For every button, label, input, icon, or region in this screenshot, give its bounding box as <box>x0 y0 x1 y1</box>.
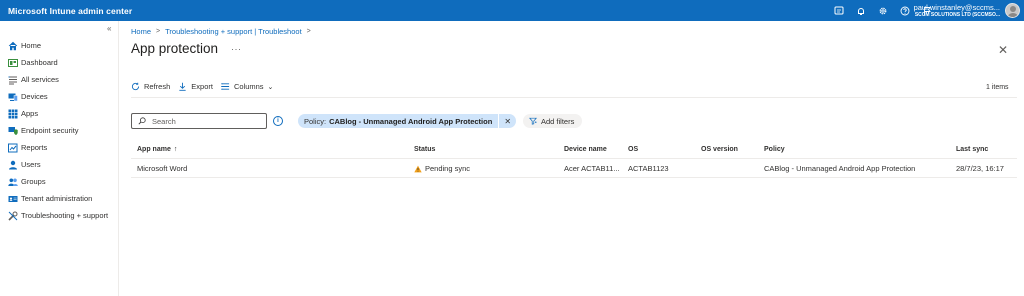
export-button[interactable]: Export <box>178 82 213 91</box>
warning-icon <box>414 165 422 172</box>
breadcrumb-home[interactable]: Home <box>131 27 151 36</box>
sidebar-item-dashboard[interactable]: Dashboard <box>0 54 118 71</box>
search-icon <box>138 117 146 125</box>
close-button[interactable]: ✕ <box>998 43 1008 57</box>
refresh-icon <box>131 82 140 91</box>
sidebar-item-label: Reports <box>21 143 48 152</box>
home-icon <box>7 40 18 51</box>
column-header-status[interactable]: Status <box>414 140 559 159</box>
sidebar-item-label: Tenant administration <box>21 194 93 203</box>
avatar[interactable] <box>1005 3 1020 18</box>
breadcrumb-separator: > <box>306 28 311 35</box>
cell-app-name: Microsoft Word <box>137 164 188 173</box>
download-icon <box>179 82 186 91</box>
filter-icon <box>529 117 537 125</box>
sidebar-item-users[interactable]: Users <box>0 156 118 173</box>
cell-os: ACTAB1123 <box>628 164 669 173</box>
column-header-last-sync[interactable]: Last sync <box>956 140 1016 159</box>
devices-icon <box>7 91 18 102</box>
collapse-sidebar-button[interactable]: « <box>107 24 111 33</box>
results-table: App name ↑ Status Device name OS OS vers… <box>131 140 1017 178</box>
groups-icon <box>7 176 18 187</box>
add-filters-button[interactable]: Add filters <box>523 114 583 128</box>
columns-icon <box>221 83 230 90</box>
sidebar-item-endpoint-security[interactable]: Endpoint security <box>0 122 118 139</box>
breadcrumb-separator: > <box>156 28 161 35</box>
cell-status: Pending sync <box>414 159 559 178</box>
column-header-policy[interactable]: Policy <box>764 140 949 159</box>
sidebar-item-tenant-administration[interactable]: Tenant administration <box>0 190 118 207</box>
export-label: Export <box>191 82 213 91</box>
user-icon <box>7 159 18 170</box>
sidebar-item-label: Apps <box>21 109 39 118</box>
divider <box>131 97 1017 98</box>
command-bar: Refresh Export Columns ⌄ <box>131 82 281 91</box>
dashboard-icon <box>7 57 18 68</box>
bell-icon[interactable] <box>850 0 872 21</box>
sidebar-item-reports[interactable]: Reports <box>0 139 118 156</box>
sidebar-item-label: Devices <box>21 92 48 101</box>
sidebar-item-label: Troubleshooting + support <box>21 211 109 220</box>
cell-policy: CABlog - Unmanaged Android App Protectio… <box>764 164 916 173</box>
sidebar-item-label: All services <box>21 75 59 84</box>
sidebar-item-troubleshooting-support[interactable]: Troubleshooting + support <box>0 207 118 224</box>
user-name: paul.winstanley@sccms... <box>913 3 1000 12</box>
app-title[interactable]: Microsoft Intune admin center <box>0 6 132 16</box>
info-icon[interactable]: i <box>273 116 283 126</box>
top-bar: Microsoft Intune admin center paul.winst… <box>0 0 1024 21</box>
sidebar-item-devices[interactable]: Devices <box>0 88 118 105</box>
cell-device-name: Acer ACTAB11... <box>564 164 620 173</box>
account-info[interactable]: paul.winstanley@sccms... SCCM SOLUTIONS … <box>912 3 1000 19</box>
sidebar-item-apps[interactable]: Apps <box>0 105 118 122</box>
add-filters-label: Add filters <box>541 116 575 126</box>
sidebar: « Home Dashboard All services Devices Ap… <box>0 21 119 296</box>
status-text: Pending sync <box>425 164 471 173</box>
feedback-icon[interactable] <box>828 0 850 21</box>
column-label: App name <box>137 146 171 153</box>
breadcrumb-troubleshoot[interactable]: Troubleshooting + support | Troubleshoot <box>165 27 302 36</box>
chevron-down-icon: ⌄ <box>267 83 274 91</box>
refresh-button[interactable]: Refresh <box>131 82 170 91</box>
all-services-icon <box>7 74 18 85</box>
user-tenant: SCCM SOLUTIONS LTD (SCCMSO... <box>914 12 1000 18</box>
sort-ascending-icon: ↑ <box>173 146 178 153</box>
more-options-button[interactable]: ··· <box>231 44 242 54</box>
cell-last-sync: 28/7/23, 16:17 <box>956 164 1004 173</box>
column-header-os[interactable]: OS <box>628 140 696 159</box>
table-row[interactable]: Microsoft Word Pending sync Acer ACTAB11… <box>131 159 1017 178</box>
page-title: App protection <box>131 41 219 56</box>
reports-icon <box>7 142 18 153</box>
shield-icon <box>7 125 18 136</box>
sidebar-item-groups[interactable]: Groups <box>0 173 118 190</box>
column-header-device-name[interactable]: Device name <box>564 140 624 159</box>
sidebar-nav: Home Dashboard All services Devices Apps… <box>0 37 118 224</box>
sidebar-item-label: Home <box>21 41 42 50</box>
wrench-icon <box>7 210 18 221</box>
sidebar-item-label: Users <box>21 160 41 169</box>
filter-value: CABlog - Unmanaged Android App Protectio… <box>329 116 493 126</box>
filter-key: Policy: <box>304 116 327 126</box>
cell-os-version <box>701 159 759 178</box>
sidebar-item-label: Endpoint security <box>21 126 79 135</box>
policy-filter-pill[interactable]: Policy: CABlog - Unmanaged Android App P… <box>298 114 517 128</box>
remove-filter-button[interactable]: ✕ <box>498 114 516 128</box>
table-header: App name ↑ Status Device name OS OS vers… <box>131 140 1017 159</box>
gear-icon[interactable] <box>872 0 894 21</box>
column-header-app-name[interactable]: App name ↑ <box>137 140 407 159</box>
column-header-os-version[interactable]: OS version <box>701 140 759 159</box>
breadcrumb: Home > Troubleshooting + support | Troub… <box>131 27 316 36</box>
sidebar-item-label: Groups <box>21 177 46 186</box>
tenant-icon <box>7 193 18 204</box>
columns-label: Columns <box>233 82 264 91</box>
search-input[interactable] <box>152 116 262 126</box>
refresh-label: Refresh <box>144 82 171 91</box>
apps-icon <box>7 108 18 119</box>
search-box[interactable] <box>131 113 267 129</box>
items-count: 1 items <box>986 84 1009 91</box>
sidebar-item-label: Dashboard <box>21 58 58 67</box>
sidebar-item-all-services[interactable]: All services <box>0 71 118 88</box>
columns-button[interactable]: Columns ⌄ <box>221 82 273 91</box>
sidebar-item-home[interactable]: Home <box>0 37 118 54</box>
